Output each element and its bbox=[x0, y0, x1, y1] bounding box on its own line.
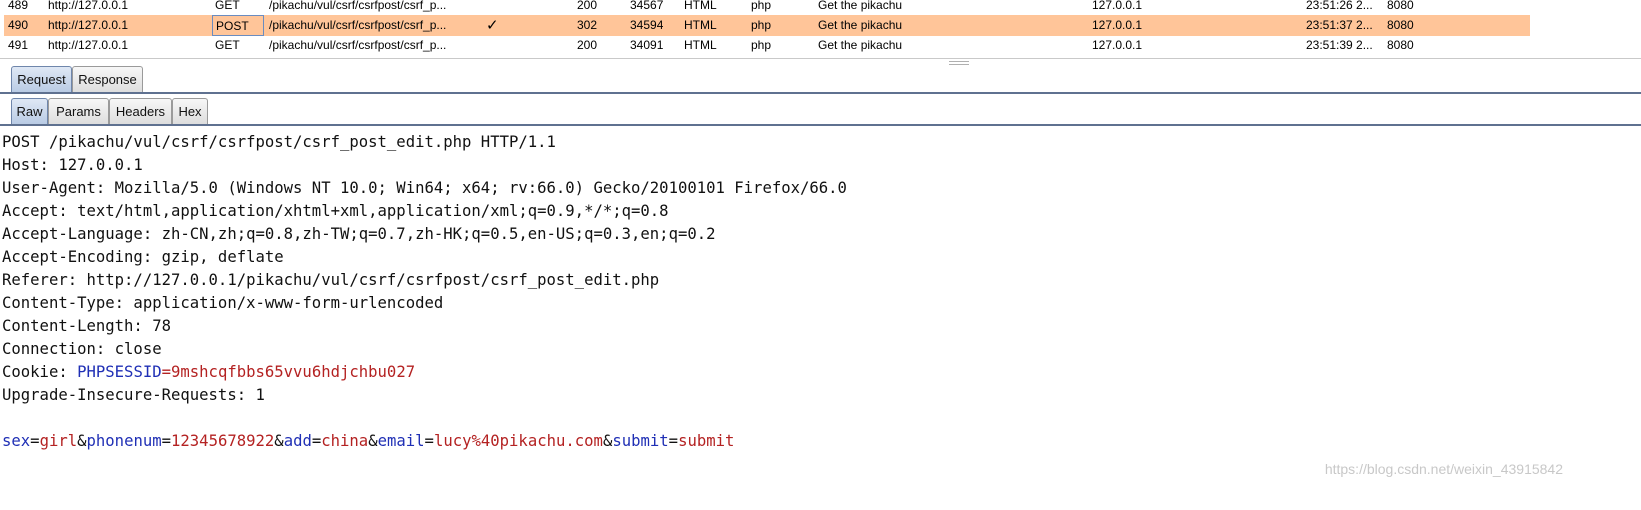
row-ip: 127.0.0.1 bbox=[1092, 0, 1143, 12]
param-key: submit bbox=[612, 432, 669, 450]
tab-headers[interactable]: Headers bbox=[109, 98, 172, 124]
row-mime: HTML bbox=[684, 0, 717, 12]
history-row[interactable]: 491 http://127.0.0.1 GET /pikachu/vul/cs… bbox=[4, 35, 1530, 56]
header-cookie: Cookie: PHPSESSID=9mshcqfbbs65vvu6hdjchb… bbox=[2, 361, 415, 384]
tab-request[interactable]: Request bbox=[11, 66, 72, 92]
param-separator: & bbox=[602, 432, 613, 450]
param-key: email bbox=[377, 432, 425, 450]
message-tabbar: Request Response bbox=[0, 66, 1641, 94]
tabbar-underline bbox=[0, 92, 1641, 94]
tab-params[interactable]: Params bbox=[48, 98, 109, 124]
param-equals: = bbox=[424, 432, 434, 450]
header-content-length: Content-Length: 78 bbox=[2, 317, 171, 335]
header-accept-language: Accept-Language: zh-CN,zh;q=0.8,zh-TW;q=… bbox=[2, 225, 716, 243]
param-value: 12345678922 bbox=[171, 432, 275, 450]
row-method: GET bbox=[215, 0, 240, 12]
header-referer: Referer: http://127.0.0.1/pikachu/vul/cs… bbox=[2, 271, 660, 289]
raw-request-editor[interactable]: POST /pikachu/vul/csrf/csrfpost/csrf_pos… bbox=[0, 131, 1641, 510]
row-method: GET bbox=[215, 38, 240, 52]
row-number: 491 bbox=[8, 38, 29, 52]
header-upgrade-insecure: Upgrade-Insecure-Requests: 1 bbox=[2, 386, 265, 404]
param-separator: & bbox=[368, 432, 378, 450]
row-extension: php bbox=[751, 18, 772, 32]
param-equals: = bbox=[668, 432, 679, 450]
row-status: 200 bbox=[577, 0, 598, 12]
param-value: lucy%40pikachu.com bbox=[433, 432, 603, 450]
history-row-selected[interactable]: 490 http://127.0.0.1 POST /pikachu/vul/c… bbox=[4, 15, 1530, 36]
row-url: /pikachu/vul/csrf/csrfpost/csrf_p... bbox=[269, 38, 447, 52]
row-status: 302 bbox=[577, 18, 598, 32]
watermark: https://blog.csdn.net/weixin_43915842 bbox=[1324, 461, 1563, 477]
row-length: 34567 bbox=[630, 0, 664, 12]
param-key: add bbox=[283, 432, 312, 450]
request-body: sex=girl&phonenum=12345678922&add=china&… bbox=[2, 430, 734, 453]
header-accept: Accept: text/html,application/xhtml+xml,… bbox=[2, 202, 669, 220]
row-port: 8080 bbox=[1387, 0, 1414, 12]
row-host: http://127.0.0.1 bbox=[48, 18, 129, 32]
view-tabbar: Raw Params Headers Hex bbox=[0, 98, 1641, 126]
tab-raw[interactable]: Raw bbox=[11, 98, 48, 124]
header-user-agent: User-Agent: Mozilla/5.0 (Windows NT 10.0… bbox=[2, 179, 847, 197]
tab-hex[interactable]: Hex bbox=[172, 98, 208, 124]
tabbar-underline bbox=[0, 124, 1641, 126]
row-title: Get the pikachu bbox=[818, 18, 903, 32]
row-time: 23:51:39 2... bbox=[1306, 38, 1373, 52]
history-row[interactable]: 489 http://127.0.0.1 GET /pikachu/vul/cs… bbox=[4, 0, 1530, 16]
row-url: /pikachu/vul/csrf/csrfpost/csrf_p... bbox=[269, 0, 447, 12]
row-port: 8080 bbox=[1387, 38, 1414, 52]
row-time: 23:51:37 2... bbox=[1306, 18, 1373, 32]
row-extension: php bbox=[751, 38, 772, 52]
param-separator: & bbox=[77, 432, 87, 450]
header-accept-encoding: Accept-Encoding: gzip, deflate bbox=[2, 248, 284, 266]
header-content-type: Content-Type: application/x-www-form-url… bbox=[2, 294, 444, 312]
tab-response[interactable]: Response bbox=[72, 66, 143, 92]
cookie-equals: = bbox=[161, 363, 171, 381]
row-ip: 127.0.0.1 bbox=[1092, 18, 1143, 32]
row-extension: php bbox=[751, 0, 772, 12]
row-edited-check: ✓ bbox=[486, 17, 499, 34]
row-method: POST bbox=[212, 15, 264, 36]
row-url: /pikachu/vul/csrf/csrfpost/csrf_p... bbox=[269, 18, 447, 32]
row-number: 489 bbox=[8, 0, 29, 12]
row-length: 34091 bbox=[630, 38, 664, 52]
param-key: phonenum bbox=[86, 432, 162, 450]
param-equals: = bbox=[311, 432, 322, 450]
row-title: Get the pikachu bbox=[818, 38, 903, 52]
cookie-label: Cookie: bbox=[2, 363, 78, 381]
row-mime: HTML bbox=[684, 18, 717, 32]
header-host: Host: 127.0.0.1 bbox=[2, 156, 143, 174]
header-connection: Connection: close bbox=[2, 340, 162, 358]
row-length: 34594 bbox=[630, 18, 664, 32]
param-equals: = bbox=[161, 432, 172, 450]
row-port: 8080 bbox=[1387, 18, 1414, 32]
pane-splitter-handle[interactable] bbox=[949, 61, 969, 65]
row-ip: 127.0.0.1 bbox=[1092, 38, 1143, 52]
cookie-value: 9mshcqfbbs65vvu6hdjchbu027 bbox=[171, 363, 416, 381]
param-key: sex bbox=[2, 432, 31, 450]
request-line: POST /pikachu/vul/csrf/csrfpost/csrf_pos… bbox=[2, 133, 556, 151]
param-separator: & bbox=[274, 432, 284, 450]
param-value: china bbox=[321, 432, 369, 450]
table-divider bbox=[0, 58, 1641, 59]
param-value: submit bbox=[678, 432, 735, 450]
row-host: http://127.0.0.1 bbox=[48, 0, 129, 12]
row-status: 200 bbox=[577, 38, 598, 52]
param-value: girl bbox=[39, 432, 78, 450]
row-time: 23:51:26 2... bbox=[1306, 0, 1373, 12]
proxy-history-table: 489 http://127.0.0.1 GET /pikachu/vul/cs… bbox=[0, 0, 1530, 56]
param-equals: = bbox=[30, 432, 40, 450]
row-mime: HTML bbox=[684, 38, 717, 52]
row-host: http://127.0.0.1 bbox=[48, 38, 129, 52]
cookie-name: PHPSESSID bbox=[77, 363, 162, 381]
row-number: 490 bbox=[8, 18, 29, 32]
row-title: Get the pikachu bbox=[818, 0, 903, 12]
